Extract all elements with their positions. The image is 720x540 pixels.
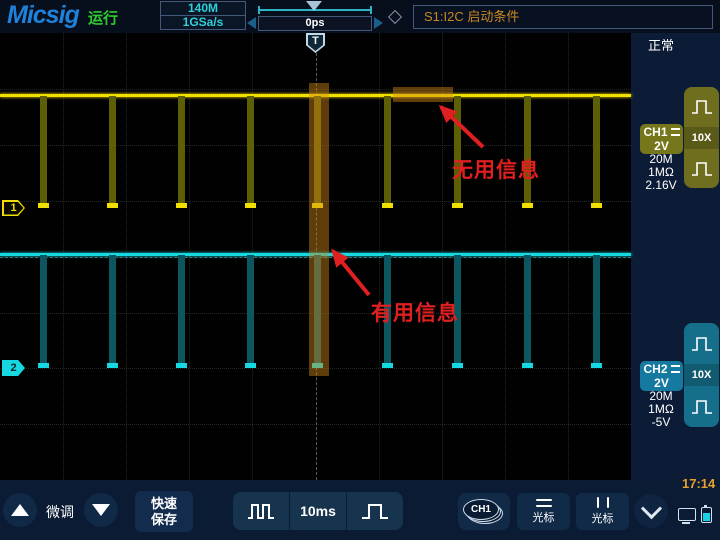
scrollbar-left-cap [258, 6, 260, 14]
ch2-pulse [247, 255, 254, 364]
single-pulse-icon [360, 502, 390, 520]
ch1-trigger-level: 2.16V [631, 179, 691, 192]
zoom-out-button[interactable] [233, 492, 289, 530]
timebase-group: 10ms [233, 492, 403, 530]
quick-save-button[interactable]: 快速 保存 [135, 491, 193, 532]
vertical-cursor-icon [597, 497, 609, 508]
up-triangle-icon [11, 504, 29, 516]
ch2-pulse-tip [245, 363, 256, 368]
active-channel-button[interactable]: CH1 [458, 493, 510, 530]
ch2-pulse-tip [591, 363, 602, 368]
pan-right-arrow-icon[interactable] [374, 17, 383, 29]
ch1-pulse-tip [245, 203, 256, 208]
useless-info-highlight [393, 87, 453, 102]
acquisition-mode-label: 正常 [648, 35, 674, 54]
ch1-pulse [178, 96, 185, 204]
ch1-pulse-tip [382, 203, 393, 208]
ch1-pulse-tip [38, 203, 49, 208]
ch2-probe-ratio[interactable]: 10X [684, 364, 719, 386]
ch2-pulse-icon[interactable] [684, 323, 719, 364]
ch1-pulse-icon[interactable] [684, 87, 719, 127]
vertical-cursor-button[interactable]: 光标 [576, 493, 629, 530]
run-status: 运行 [88, 7, 118, 28]
ch1-pulse-tip [452, 203, 463, 208]
useful-info-label: 有用信息 [371, 297, 459, 327]
display-status-icon [678, 508, 696, 521]
ch2-pulse-tip [382, 363, 393, 368]
zoom-in-button[interactable] [346, 492, 403, 530]
ch1-pulse-tip [522, 203, 533, 208]
ch1-pulse [524, 96, 531, 204]
ch2-pulse-tip [38, 363, 49, 368]
ch2-badge[interactable]: CH2 2V [640, 361, 683, 391]
bandwidth-value: 140M [161, 2, 245, 16]
horizontal-cursor-button[interactable]: 光标 [517, 493, 570, 530]
ch1-pulse-tip [176, 203, 187, 208]
ch1-pulse [593, 96, 600, 204]
ch1-pulse [109, 96, 116, 204]
ch1-badge[interactable]: CH1 2V [640, 124, 683, 154]
ch1-pulse-tip [107, 203, 118, 208]
horizontal-cursor-icon [536, 499, 552, 507]
bottom-toolbar: 微调 快速 保存 10ms CH1 光标 光标 17:14 [0, 480, 720, 540]
useless-info-label: 无用信息 [452, 154, 540, 184]
fine-tune-label: 微调 [46, 502, 74, 522]
top-status-bar: Micsig 运行 140M 1GSa/s 0ps S1:I2C 启动条件 [0, 0, 720, 33]
ch2-pulse-tip [107, 363, 118, 368]
brand-logo: Micsig [7, 1, 79, 30]
ch1-pulse [40, 96, 47, 204]
scrollbar-right-cap [370, 6, 372, 14]
ch1-name: CH1 [643, 125, 667, 139]
battery-icon [701, 507, 712, 523]
bandwidth-samplerate-box[interactable]: 140M 1GSa/s [160, 1, 246, 30]
clock: 17:14 [682, 476, 715, 491]
ch2-pulse [524, 255, 531, 364]
dc-coupling-icon [671, 128, 680, 136]
timebase-value[interactable]: 10ms [289, 492, 346, 530]
ch2-pulse-tip [452, 363, 463, 368]
ch2-pulse-tip [176, 363, 187, 368]
down-triangle-icon [92, 504, 110, 516]
ch1-scale: 2V [640, 139, 683, 153]
collapse-menu-button[interactable] [634, 494, 668, 528]
right-sidebar: 正常 10X CH1 2V 20M 1MΩ 2.16V 10X CH2 2V 2… [631, 33, 720, 480]
ch2-pulse-tip [522, 363, 533, 368]
ch1-pulse [454, 96, 461, 204]
ch1-pulse [247, 96, 254, 204]
scrollbar-position-slider[interactable] [306, 1, 322, 11]
waveform-layer [0, 33, 631, 480]
ch2-name: CH2 [643, 362, 667, 376]
ch2-pulse [593, 255, 600, 364]
ch2-pulse [109, 255, 116, 364]
trigger-condition-box[interactable]: S1:I2C 启动条件 [413, 5, 713, 29]
waveform-display-area[interactable]: T 1 2 无用信息 有用信息 [0, 33, 631, 480]
fine-tune-up-button[interactable] [3, 493, 37, 527]
horizontal-position-value[interactable]: 0ps [258, 16, 372, 31]
double-pulse-icon [246, 502, 276, 520]
ch2-pulse [178, 255, 185, 364]
ch2-pulse [40, 255, 47, 364]
ch1-pulse-tip [591, 203, 602, 208]
ch2-scale: 2V [640, 376, 683, 390]
ch2-offset: -5V [631, 416, 691, 429]
dc-coupling-icon-2 [671, 365, 680, 373]
sample-rate-value: 1GSa/s [161, 16, 245, 29]
pan-left-arrow-icon[interactable] [247, 17, 256, 29]
ch1-probe-ratio[interactable]: 10X [684, 127, 719, 149]
useful-info-highlight [309, 83, 329, 376]
fine-tune-down-button[interactable] [84, 493, 118, 527]
chevron-down-icon [640, 498, 661, 519]
ch1-pulse [384, 96, 391, 204]
trigger-diamond-icon [388, 10, 402, 24]
